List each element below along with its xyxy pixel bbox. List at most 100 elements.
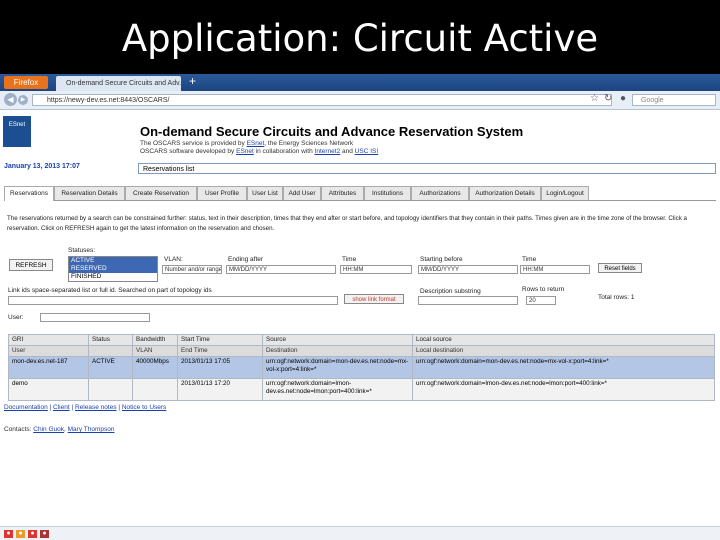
tab-institutions[interactable]: Institutions [364, 186, 411, 200]
tab-reservation-details[interactable]: Reservation Details [54, 186, 125, 200]
addon-icon[interactable]: ● [4, 530, 13, 538]
table-row[interactable]: demo 2013/01/13 17:20 urn:ogf:network:do… [8, 378, 715, 401]
esnet-logo: ESnet [3, 116, 31, 147]
col-header-destination[interactable]: Destination [262, 345, 413, 357]
footer-links: Documentation | Client | Release notes |… [4, 404, 167, 411]
reset-fields-button[interactable]: Reset fields [598, 263, 642, 273]
contacts-line: Contacts: Chin Guok, Mary Thompson [4, 426, 115, 433]
cell-local-source: urn:ogf:network:domain=mon-dev.es.net:no… [412, 356, 715, 379]
tab-create-reservation[interactable]: Create Reservation [125, 186, 197, 200]
col-header-local-destination[interactable]: Local destination [412, 345, 715, 357]
addon-icon[interactable]: ● [16, 530, 25, 538]
contacts-label: Contacts: [4, 426, 32, 433]
refresh-button[interactable]: REFRESH [9, 259, 53, 271]
description-label: Description substring [420, 288, 481, 295]
browser-statusbar: ● ● ● ● [0, 526, 720, 540]
col-header-empty [88, 345, 133, 357]
table-row[interactable]: mon-dev.es.net-187 ACTIVE 40000Mbps 2013… [8, 356, 715, 379]
col-header-start-time[interactable]: Start Time [177, 334, 263, 346]
rows-label: Rows to return [522, 286, 565, 293]
browser-window: Firefox On-demand Secure Circuits and Ad… [0, 74, 720, 540]
notice-link[interactable]: Notice to Users [122, 404, 166, 411]
show-link-format-button[interactable]: show link format [344, 294, 404, 304]
col-header-gri[interactable]: GRI [8, 334, 89, 346]
cell-start: 2013/01/13 17:05 [177, 356, 263, 379]
provider-line: The OSCARS service is provided by ESnet,… [140, 140, 353, 147]
col-header-status[interactable]: Status [88, 334, 133, 346]
cell-status [88, 378, 133, 401]
col-header-bandwidth[interactable]: Bandwidth [132, 334, 178, 346]
starting-time-field[interactable]: HH:MM [520, 265, 590, 274]
release-notes-link[interactable]: Release notes [75, 404, 117, 411]
time-label: Time [342, 256, 357, 263]
developer-line: OSCARS software developed by ESnet in co… [140, 148, 378, 155]
tab-add-user[interactable]: Add User [283, 186, 321, 200]
page-title: On-demand Secure Circuits and Advance Re… [140, 124, 524, 139]
addon-icon[interactable]: ● [40, 530, 49, 538]
table-header-row: GRI Status Bandwidth Start Time Source L… [8, 334, 715, 346]
addon-icon[interactable]: ● [28, 530, 37, 538]
description-field[interactable] [418, 296, 518, 305]
col-header-end-time[interactable]: End Time [177, 345, 263, 357]
esnet-link[interactable]: ESnet [247, 140, 265, 147]
cell-gri[interactable]: mon-dev.es.net-187 [8, 356, 89, 379]
esnet-link-2[interactable]: ESnet [236, 148, 254, 155]
cell-bandwidth [132, 378, 178, 401]
ending-time-field[interactable]: HH:MM [340, 265, 412, 274]
system-message: Reservations list [138, 163, 716, 174]
tab-reservations[interactable]: Reservations [4, 186, 54, 201]
ending-after-label: Ending after [228, 256, 264, 263]
col-header-local-source[interactable]: Local source [412, 334, 715, 346]
contact-link[interactable]: Mary Thompson [68, 426, 115, 433]
vlan-field[interactable]: Number and/or range [162, 265, 222, 274]
ending-after-field[interactable]: MM/DD/YYYY [226, 265, 336, 274]
statuses-label: Statuses: [68, 247, 96, 254]
status-listbox[interactable]: ACTIVE RESERVED FINISHED [68, 256, 158, 282]
slide-title: Application: Circuit Active [121, 17, 599, 60]
col-header-source[interactable]: Source [262, 334, 413, 346]
table-subheader-row: User VLAN End Time Destination Local des… [8, 345, 715, 357]
tab-login-logout[interactable]: Login/Logout [541, 186, 589, 200]
rows-select[interactable]: 20 [526, 296, 556, 305]
client-link[interactable]: Client [53, 404, 70, 411]
link-ids-label: Link ids space-separated list or full id… [8, 287, 212, 294]
tab-user-list[interactable]: User List [247, 186, 283, 200]
current-date: January 13, 2013 17:07 [4, 163, 80, 170]
col-header-vlan[interactable]: VLAN [132, 345, 178, 357]
vlan-label: VLAN: [164, 256, 183, 263]
user-label: User: [8, 314, 24, 321]
contact-link[interactable]: Chin Guok [33, 426, 64, 433]
tab-authorizations[interactable]: Authorizations [411, 186, 469, 200]
instructions-text: The reservations returned by a search ca… [7, 215, 687, 232]
status-option[interactable]: RESERVED [69, 265, 157, 273]
usc-isi-link[interactable]: USC ISI [355, 148, 378, 155]
developer-text: OSCARS software developed by [140, 148, 237, 155]
cell-local-source: urn:ogf:network:domain=lmon-dev.es.net:n… [412, 378, 715, 401]
page-content: ESnet On-demand Secure Circuits and Adva… [0, 74, 720, 540]
link-ids-field[interactable] [8, 296, 338, 305]
cell-gri[interactable]: demo [8, 378, 89, 401]
time2-label: Time [522, 256, 537, 263]
reservations-table: GRI Status Bandwidth Start Time Source L… [8, 334, 715, 401]
developer-text-2: in collaboration with [253, 148, 315, 155]
col-header-user[interactable]: User [8, 345, 89, 357]
tab-user-profile[interactable]: User Profile [197, 186, 247, 200]
total-rows: Total rows: 1 [598, 294, 635, 301]
cell-start: 2013/01/13 17:20 [177, 378, 263, 401]
developer-text-3: and [340, 148, 355, 155]
user-field[interactable] [40, 313, 150, 322]
starting-before-field[interactable]: MM/DD/YYYY [418, 265, 518, 274]
cell-source: urn:ogf:network:domain=lmon-dev.es.net:n… [262, 378, 413, 401]
provider-text-2: , the Energy Sciences Network [264, 140, 354, 147]
internet2-link[interactable]: Internet2 [315, 148, 341, 155]
provider-text: The OSCARS service is provided by [140, 140, 247, 147]
cell-source: urn:ogf:network:domain=mon-dev.es.net:no… [262, 356, 413, 379]
starting-before-label: Starting before [420, 256, 463, 263]
tab-attributes[interactable]: Attributes [321, 186, 364, 200]
documentation-link[interactable]: Documentation [4, 404, 48, 411]
status-option[interactable]: ACTIVE [69, 257, 157, 265]
app-tabs: Reservations Reservation Details Create … [4, 186, 716, 201]
status-option[interactable]: FINISHED [69, 273, 157, 281]
tab-authorization-details[interactable]: Authorization Details [469, 186, 541, 200]
cell-status: ACTIVE [88, 356, 133, 379]
